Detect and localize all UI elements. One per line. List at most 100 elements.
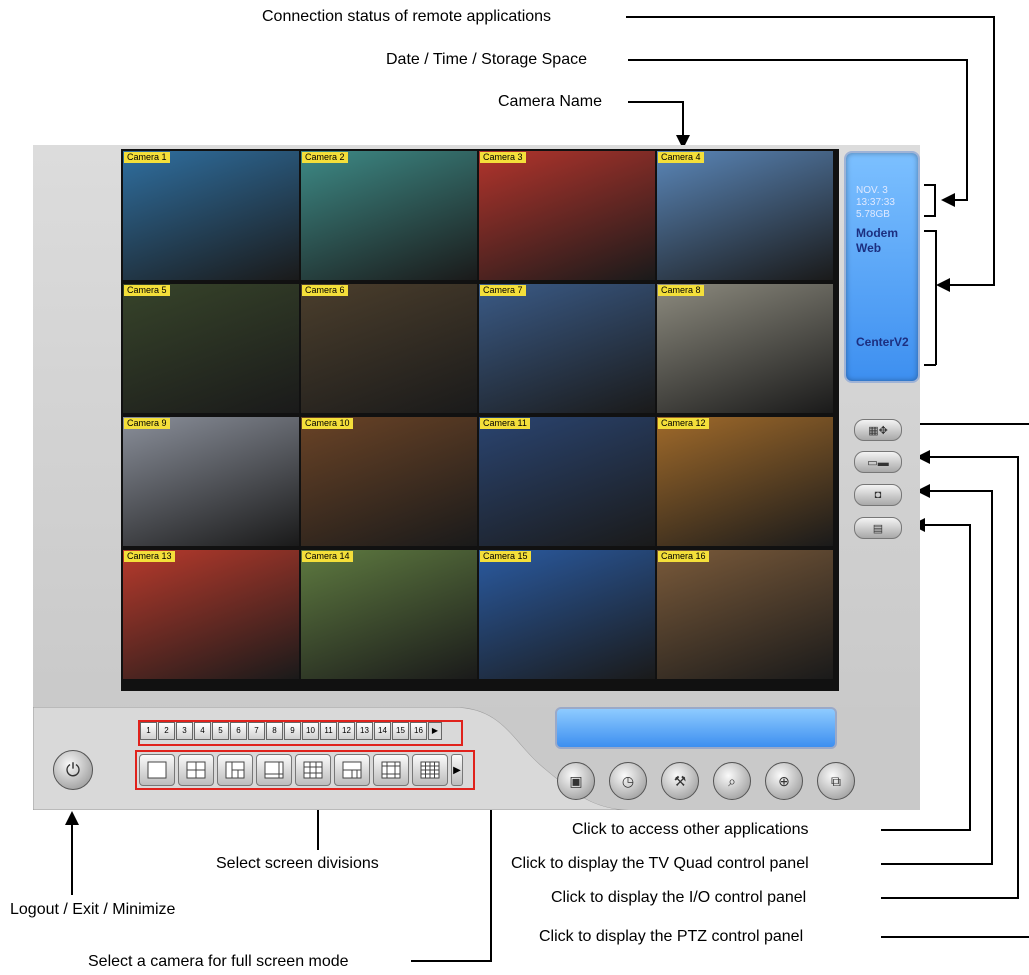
camera-name-label: Camera 13	[124, 551, 175, 562]
viewlog-button[interactable]: ⌕	[713, 762, 751, 800]
camera-tile[interactable]: Camera 12	[657, 417, 833, 546]
camera-name-label: Camera 9	[124, 418, 170, 429]
camera-tile[interactable]: Camera 11	[479, 417, 655, 546]
leader-line	[626, 16, 995, 18]
division-next-button[interactable]: ▶	[451, 754, 463, 786]
callout-logout: Logout / Exit / Minimize	[10, 901, 176, 918]
network-button[interactable]: ⊕	[765, 762, 803, 800]
callout-screen-divisions: Select screen divisions	[216, 855, 379, 872]
callout-full-screen: Select a camera for full screen mode	[88, 953, 349, 970]
camera-name-label: Camera 4	[658, 152, 704, 163]
camera-tile[interactable]: Camera 8	[657, 284, 833, 413]
camera-tile[interactable]: Camera 9	[123, 417, 299, 546]
io-control-button[interactable]: ▭▬	[854, 451, 902, 473]
camera-name-label: Camera 5	[124, 285, 170, 296]
camera-name-label: Camera 15	[480, 551, 531, 562]
time-text: 13:37:33	[856, 197, 895, 208]
quad-view-icon	[186, 761, 206, 779]
camera-name-label: Camera 16	[658, 551, 709, 562]
division-16-button[interactable]	[412, 754, 448, 786]
monitor-icon: ▣	[569, 772, 583, 789]
camera-tile[interactable]: Camera 14	[301, 550, 477, 679]
camera-tile[interactable]: Camera 10	[301, 417, 477, 546]
other-apps-button[interactable]: ▤	[854, 517, 902, 539]
leader-line	[991, 490, 993, 864]
camera-number-button[interactable]: 9	[284, 722, 301, 740]
apps-icon: ▤	[872, 522, 884, 535]
schedule-button[interactable]: ◷	[609, 762, 647, 800]
leader-line	[682, 101, 684, 135]
division-1-button[interactable]	[139, 754, 175, 786]
camera-number-button[interactable]: 13	[356, 722, 373, 740]
camera-tile[interactable]: Camera 3	[479, 151, 655, 280]
camera-tile[interactable]: Camera 1	[123, 151, 299, 280]
callout-io-panel: Click to display the I/O control panel	[551, 889, 807, 906]
leader-line	[881, 829, 971, 831]
callout-ptz-panel: Click to display the PTZ control panel	[539, 928, 804, 945]
leader-line	[924, 184, 936, 186]
division-9-button[interactable]	[295, 754, 331, 786]
camera-tile[interactable]: Camera 13	[123, 550, 299, 679]
leader-line	[924, 364, 936, 366]
leader-line	[920, 423, 1029, 425]
camera-number-button[interactable]: 1	[140, 722, 157, 740]
camera-tile[interactable]: Camera 7	[479, 284, 655, 413]
camera-number-button[interactable]: 11	[320, 722, 337, 740]
camera-number-button[interactable]: 16	[410, 722, 427, 740]
camera-name-label: Camera 2	[302, 152, 348, 163]
camera-tile[interactable]: Camera 15	[479, 550, 655, 679]
leader-line	[628, 59, 968, 61]
leader-line	[411, 960, 492, 962]
camera-number-button[interactable]: 10	[302, 722, 319, 740]
info-panel: NOV. 3 13:37:33 5.78GB Modem Web CenterV…	[844, 151, 920, 383]
camera-tile[interactable]: Camera 6	[301, 284, 477, 413]
leader-line	[925, 524, 971, 526]
leader-line	[955, 199, 968, 201]
camera-number-button[interactable]: 12	[338, 722, 355, 740]
camera-name-label: Camera 10	[302, 418, 353, 429]
status-display	[555, 707, 837, 749]
centerv2-status: CenterV2	[856, 335, 909, 349]
camera-number-button[interactable]: 7	[248, 722, 265, 740]
camera-next-button[interactable]: ▶	[428, 722, 442, 740]
camera-tile[interactable]: Camera 2	[301, 151, 477, 280]
tv-quad-control-button[interactable]: ◘	[854, 484, 902, 506]
config-button[interactable]: ⚒	[661, 762, 699, 800]
screen-division-strip: ▶	[139, 754, 463, 786]
camera-tile[interactable]: Camera 4	[657, 151, 833, 280]
callout-camera-name: Camera Name	[498, 93, 603, 110]
camera-name-label: Camera 12	[658, 418, 709, 429]
power-button[interactable]: ⏻	[53, 750, 93, 790]
camera-name-label: Camera 8	[658, 285, 704, 296]
camera-number-button[interactable]: 15	[392, 722, 409, 740]
single-view-icon	[147, 761, 167, 779]
callout-tv-quad: Click to display the TV Quad control pan…	[511, 855, 809, 872]
division-4-button[interactable]	[178, 754, 214, 786]
camera-number-button[interactable]: 4	[194, 722, 211, 740]
division-10-button[interactable]	[334, 754, 370, 786]
camera-number-button[interactable]: 8	[266, 722, 283, 740]
camera-number-button[interactable]: 5	[212, 722, 229, 740]
leader-line	[924, 230, 936, 232]
camera-number-button[interactable]: 3	[176, 722, 193, 740]
division-6-button[interactable]	[217, 754, 253, 786]
camera-tile[interactable]: Camera 5	[123, 284, 299, 413]
leader-line	[881, 936, 1029, 938]
camera-number-button[interactable]: 2	[158, 722, 175, 740]
monitor-button[interactable]: ▣	[557, 762, 595, 800]
ptz-control-button[interactable]: ▦✥	[854, 419, 902, 441]
division-13-button[interactable]	[373, 754, 409, 786]
camera-tile[interactable]: Camera 16	[657, 550, 833, 679]
leader-line	[993, 16, 995, 286]
camera-number-button[interactable]: 6	[230, 722, 247, 740]
leader-line	[881, 897, 1019, 899]
leader-line	[969, 524, 971, 830]
camera-number-button[interactable]: 14	[374, 722, 391, 740]
date-text: NOV. 3	[856, 185, 888, 196]
sixteen-view-icon	[420, 761, 440, 779]
remote-button[interactable]: ⧉	[817, 762, 855, 800]
camera-name-label: Camera 14	[302, 551, 353, 562]
leader-line	[71, 825, 73, 895]
division-8-button[interactable]	[256, 754, 292, 786]
camera-name-label: Camera 7	[480, 285, 526, 296]
